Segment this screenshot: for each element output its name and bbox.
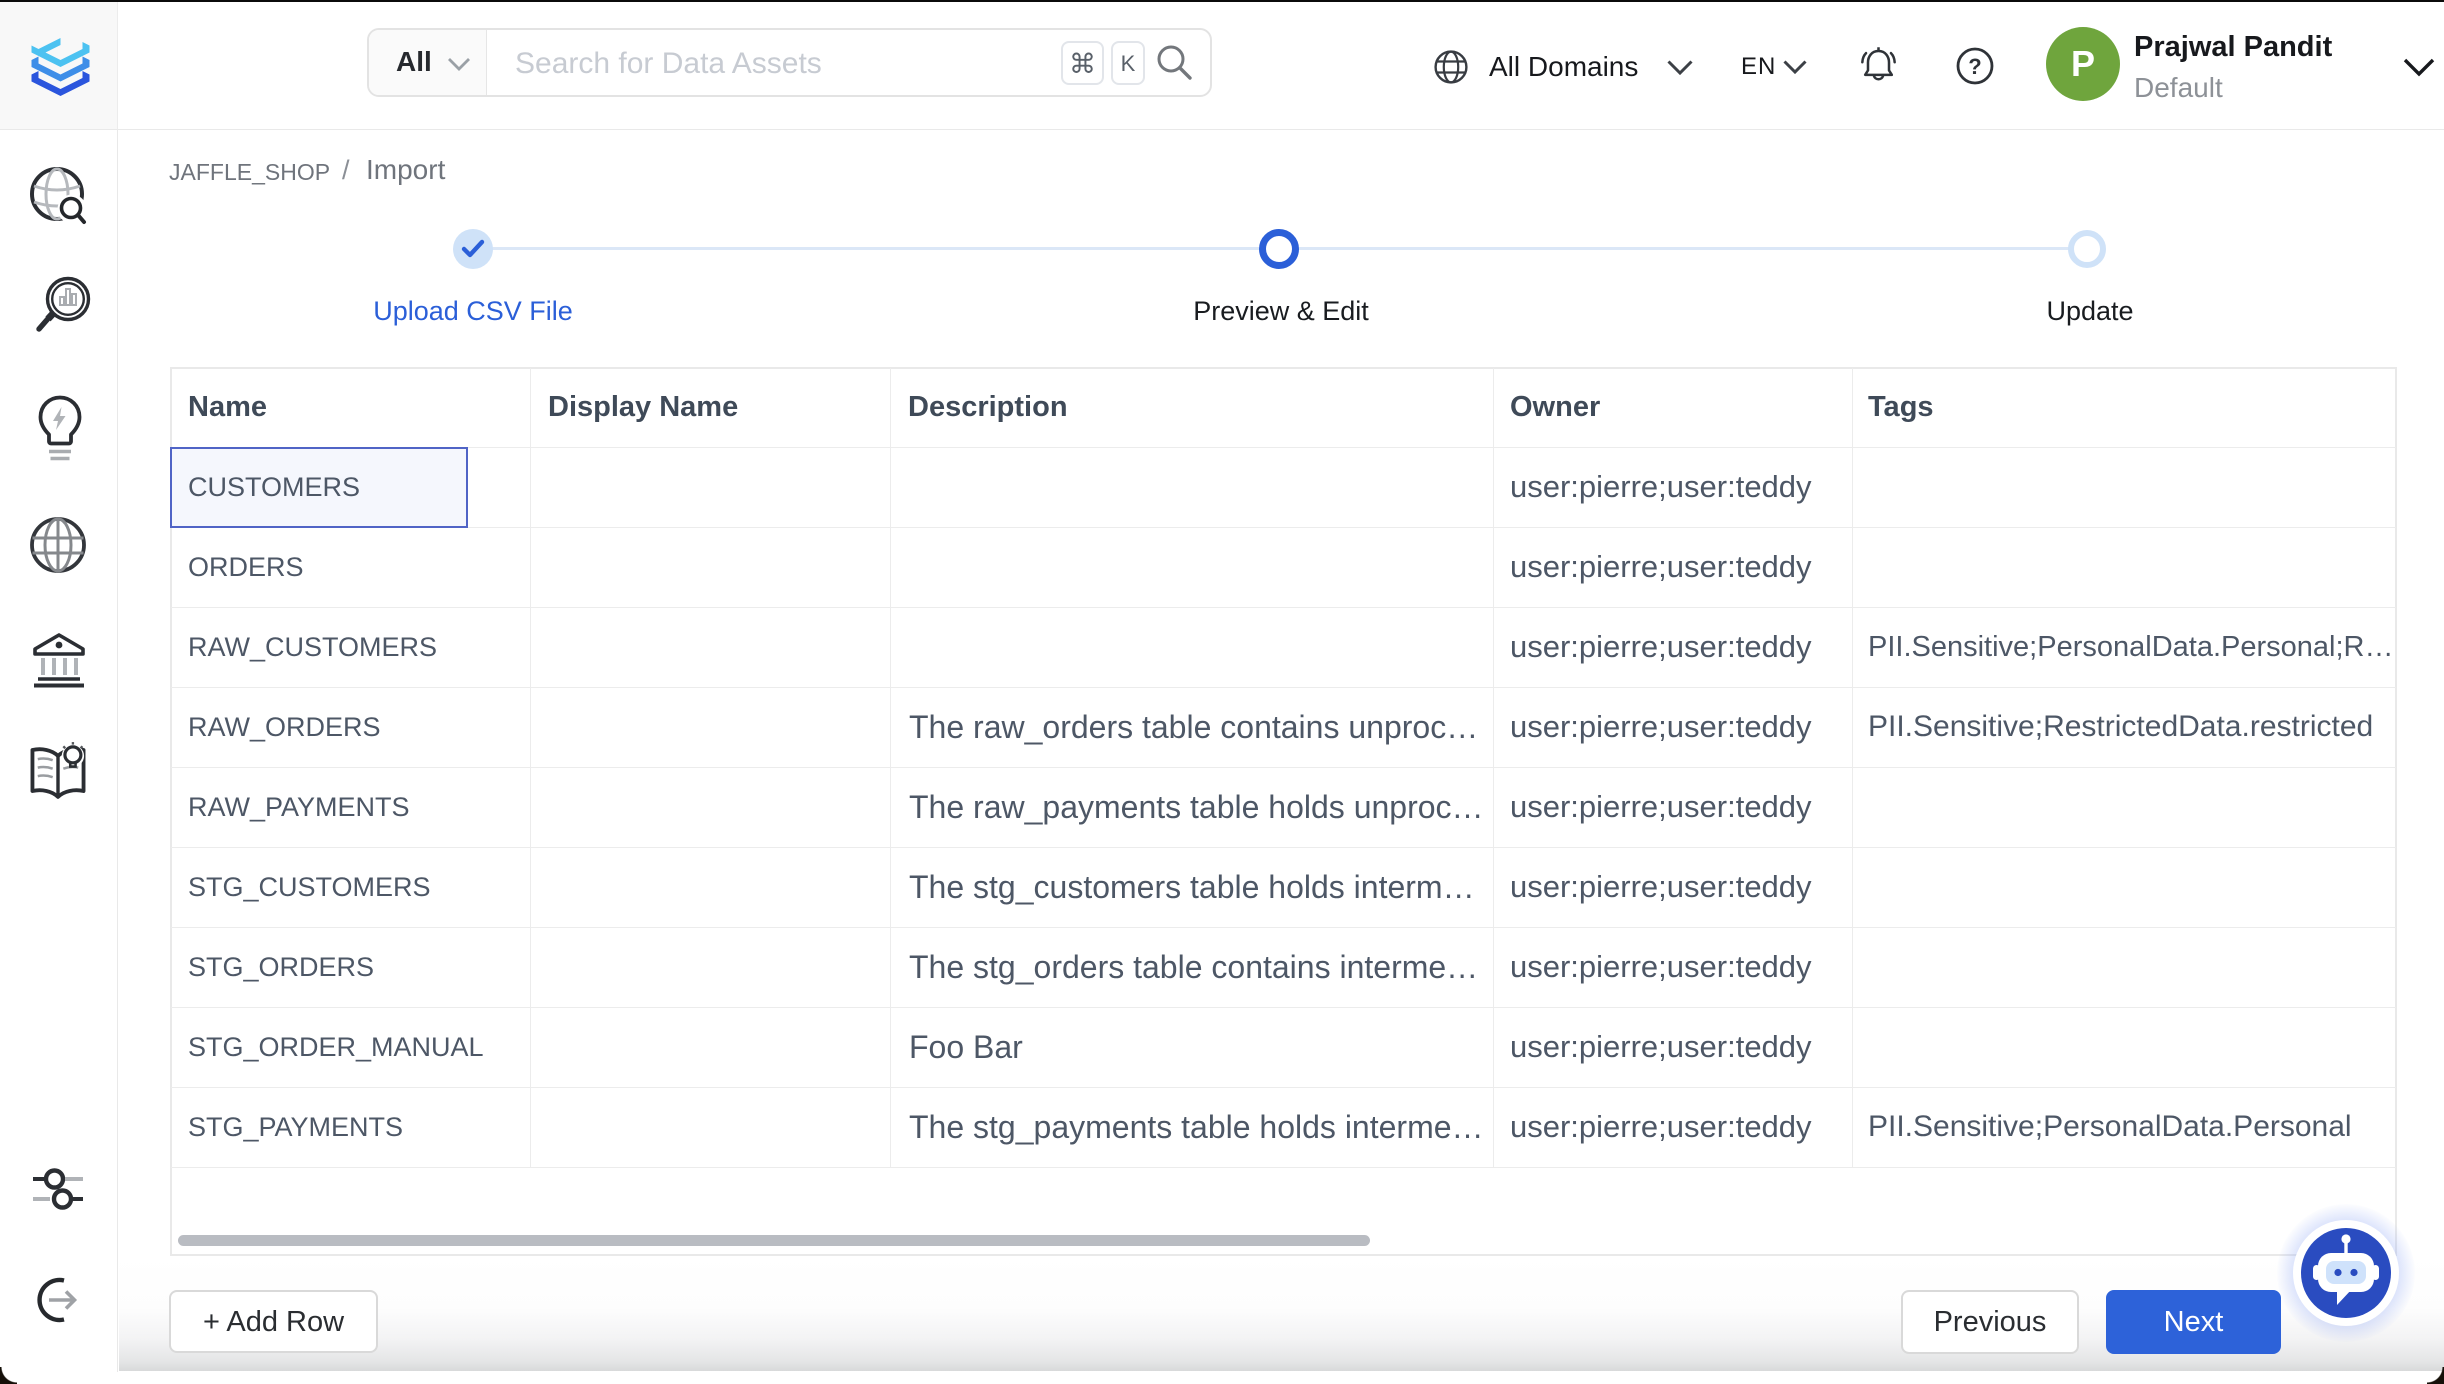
svg-text:?: ? [1968, 54, 1981, 79]
